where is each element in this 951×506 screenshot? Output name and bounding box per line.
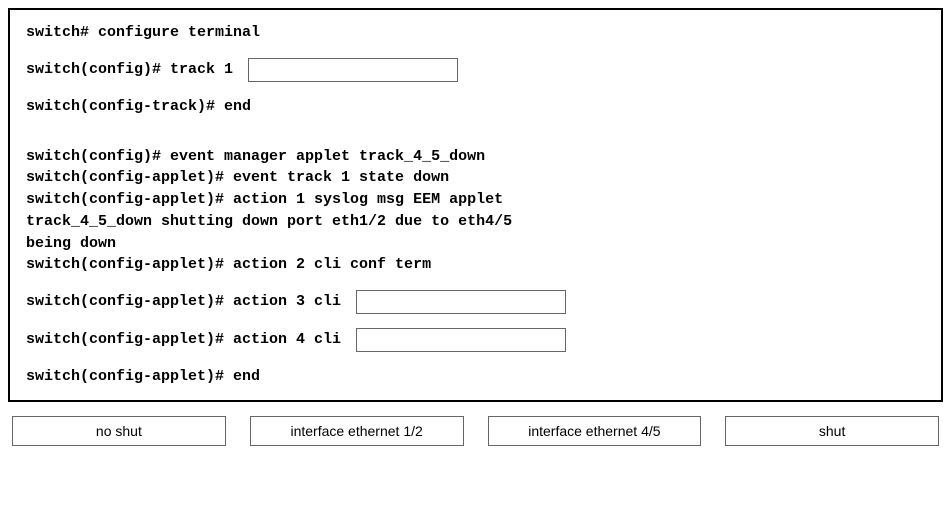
- cli-text: track_4_5_down shutting down port eth1/2…: [26, 211, 512, 233]
- cli-text: switch(config-applet)# action 3 cli: [26, 291, 350, 313]
- cli-line: switch(config-applet)# action 3 cli: [26, 290, 925, 314]
- cli-text: switch(config-applet)# event track 1 sta…: [26, 167, 449, 189]
- cli-line: switch(config-track)# end: [26, 96, 925, 118]
- action-3-blank[interactable]: [356, 290, 566, 314]
- action-4-blank[interactable]: [356, 328, 566, 352]
- cli-line: switch(config-applet)# action 1 syslog m…: [26, 189, 925, 211]
- cli-text: switch# configure terminal: [26, 22, 260, 44]
- option-interface-ethernet-4-5[interactable]: interface ethernet 4/5: [488, 416, 702, 446]
- option-interface-ethernet-1-2[interactable]: interface ethernet 1/2: [250, 416, 464, 446]
- option-shut[interactable]: shut: [725, 416, 939, 446]
- cli-line: switch(config)# track 1: [26, 58, 925, 82]
- cli-line: switch(config-applet)# action 2 cli conf…: [26, 254, 925, 276]
- draggable-options-row: no shut interface ethernet 1/2 interface…: [8, 416, 943, 446]
- cli-text: switch(config-applet)# action 2 cli conf…: [26, 254, 431, 276]
- cli-line: switch(config)# event manager applet tra…: [26, 146, 925, 168]
- cli-line: switch(config-applet)# end: [26, 366, 925, 388]
- cli-line: switch# configure terminal: [26, 22, 925, 44]
- terminal-config-box: switch# configure terminal switch(config…: [8, 8, 943, 402]
- cli-text: switch(config-applet)# action 4 cli: [26, 329, 350, 351]
- option-no-shut[interactable]: no shut: [12, 416, 226, 446]
- cli-text: switch(config)# event manager applet tra…: [26, 146, 485, 168]
- cli-line: track_4_5_down shutting down port eth1/2…: [26, 211, 925, 233]
- cli-line: switch(config-applet)# action 4 cli: [26, 328, 925, 352]
- track-object-blank[interactable]: [248, 58, 458, 82]
- cli-text: switch(config-track)# end: [26, 96, 251, 118]
- cli-line: switch(config-applet)# event track 1 sta…: [26, 167, 925, 189]
- cli-text: switch(config-applet)# end: [26, 366, 260, 388]
- cli-text: switch(config)# track 1: [26, 59, 242, 81]
- cli-text: being down: [26, 233, 116, 255]
- cli-text: switch(config-applet)# action 1 syslog m…: [26, 189, 503, 211]
- cli-line: being down: [26, 233, 925, 255]
